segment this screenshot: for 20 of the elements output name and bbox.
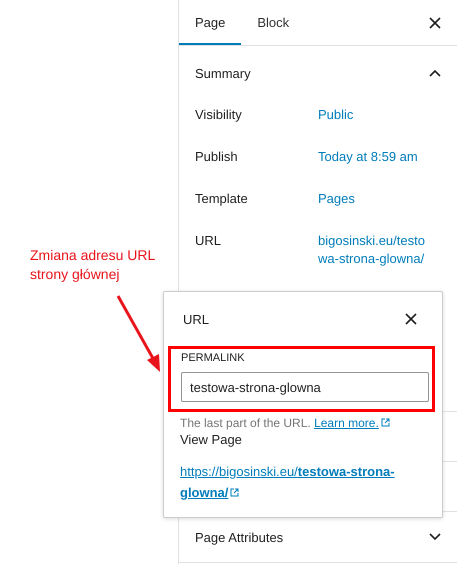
popover-title: URL <box>183 312 210 326</box>
page-link[interactable]: https://bigosinski.eu/testowa-strona-glowna/ <box>180 461 420 503</box>
annotation-text: Zmiana adresu URL strony głównej <box>30 246 156 284</box>
summary-value-link[interactable]: Today at 8:59 am <box>318 148 438 166</box>
summary-label: Publish <box>195 148 239 166</box>
summary-label: Template <box>195 190 249 208</box>
page-attributes-toggle[interactable]: Page Attributes <box>179 512 457 562</box>
summary-value-link[interactable]: Public <box>318 106 438 124</box>
learn-more-link[interactable]: Learn more. <box>314 416 390 430</box>
sidebar-tab[interactable]: Page <box>179 0 242 45</box>
sidebar-tab[interactable]: Block <box>241 0 306 45</box>
permalink-input[interactable]: testowa-strona-glowna <box>181 372 429 402</box>
summary-value-link[interactable]: bigosinski.eu/testo wa-strona-glowna/ <box>318 232 438 268</box>
field-label: PERMALINK <box>181 352 246 364</box>
summary-panel-toggle[interactable]: Summary <box>179 46 457 100</box>
summary-label: URL <box>195 232 222 250</box>
summary-value-link[interactable]: Pages <box>318 190 438 208</box>
view-page-label: View Page <box>179 431 243 447</box>
help-text: The last part of the URL. Learn more. <box>168 412 435 430</box>
summary-label: Visibility <box>195 106 243 124</box>
